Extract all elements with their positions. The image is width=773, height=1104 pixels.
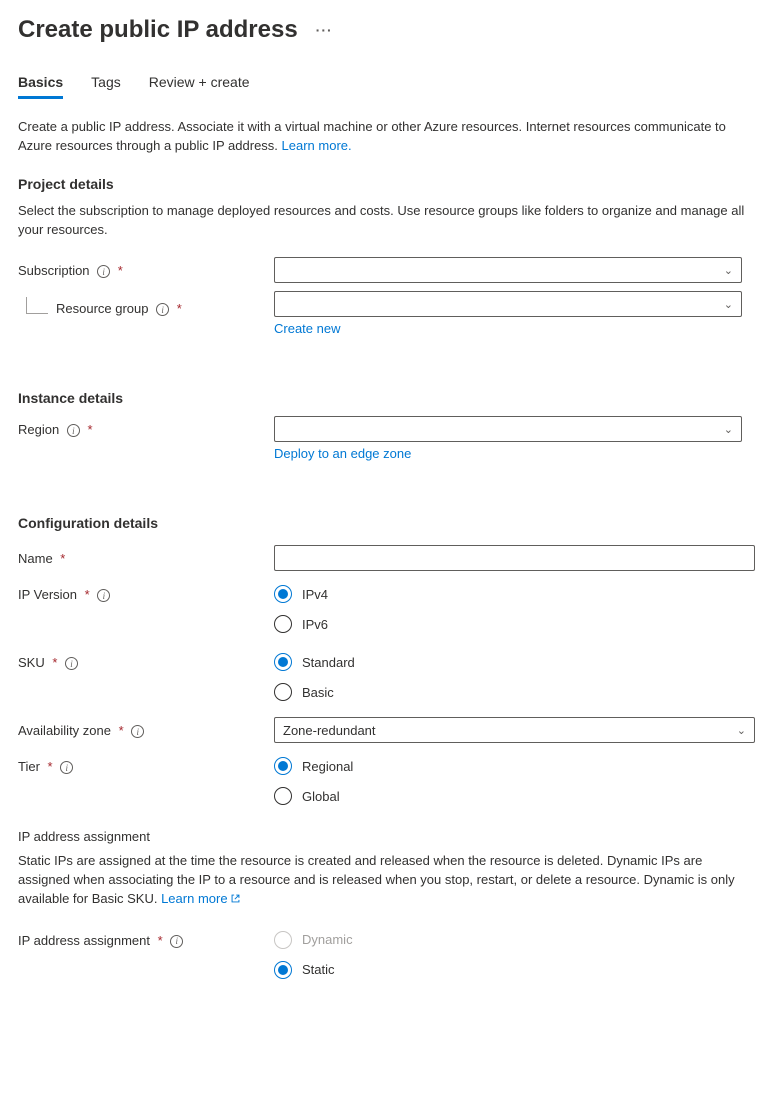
project-desc: Select the subscription to manage deploy… (18, 202, 755, 240)
radio-icon (274, 615, 292, 633)
tier-global-radio[interactable]: Global (274, 787, 755, 805)
ipassign-radio-group: Dynamic Static (274, 927, 755, 979)
title-text: Create public IP address (18, 16, 298, 44)
row-tier: Tier * i Regional Global (18, 753, 755, 805)
tab-review-create[interactable]: Review + create (149, 70, 250, 99)
tier-regional-radio[interactable]: Regional (274, 757, 755, 775)
resource-group-dropdown[interactable]: ⌄ (274, 291, 742, 317)
radio-selected-icon (274, 653, 292, 671)
required-marker: * (81, 587, 90, 602)
chevron-down-icon: ⌄ (724, 264, 733, 277)
required-marker: * (154, 933, 163, 948)
chevron-down-icon: ⌄ (724, 298, 733, 311)
radio-disabled-icon (274, 931, 292, 949)
row-ipversion: IP Version * i IPv4 IPv6 (18, 581, 755, 633)
section-instance-heading: Instance details (18, 390, 755, 406)
info-icon[interactable]: i (60, 761, 73, 774)
ipassign-label: IP address assignment * i (18, 927, 274, 948)
external-link-icon (230, 893, 241, 904)
page-title: Create public IP address ··· (18, 16, 755, 44)
required-marker: * (44, 759, 53, 774)
row-resource-group: Resource group i * ⌄ Create new (18, 291, 755, 336)
region-label: Region i * (18, 416, 274, 437)
info-icon[interactable]: i (131, 725, 144, 738)
create-new-link[interactable]: Create new (274, 321, 755, 336)
tab-basics[interactable]: Basics (18, 70, 63, 99)
row-sku: SKU * i Standard Basic (18, 649, 755, 701)
tab-tags[interactable]: Tags (91, 70, 121, 99)
ipassign-heading: IP address assignment (18, 829, 755, 844)
info-icon[interactable]: i (67, 424, 80, 437)
ipassign-dynamic-radio: Dynamic (274, 931, 755, 949)
required-marker: * (177, 301, 182, 316)
radio-icon (274, 787, 292, 805)
required-marker: * (49, 655, 58, 670)
info-icon[interactable]: i (97, 589, 110, 602)
resource-group-label-cell: Resource group i * (18, 291, 274, 327)
info-icon[interactable]: i (170, 935, 183, 948)
info-icon[interactable]: i (65, 657, 78, 670)
chevron-down-icon: ⌄ (737, 724, 746, 737)
row-region: Region i * ⌄ Deploy to an edge zone (18, 416, 755, 461)
ipassign-static-radio[interactable]: Static (274, 961, 755, 979)
name-label: Name * (18, 545, 274, 566)
name-input[interactable] (274, 545, 755, 571)
availability-zone-dropdown[interactable]: Zone-redundant ⌄ (274, 717, 755, 743)
row-availability-zone: Availability zone * i Zone-redundant ⌄ (18, 717, 755, 745)
section-config-heading: Configuration details (18, 515, 755, 531)
radio-selected-icon (274, 585, 292, 603)
row-name: Name * (18, 545, 755, 573)
radio-icon (274, 683, 292, 701)
sku-label: SKU * i (18, 649, 274, 670)
sku-radio-group: Standard Basic (274, 649, 755, 701)
info-icon[interactable]: i (97, 265, 110, 278)
tree-connector-icon (18, 297, 56, 327)
tier-label: Tier * i (18, 753, 274, 774)
row-ipassign: IP address assignment * i Dynamic Static (18, 927, 755, 979)
more-icon[interactable]: ··· (316, 22, 333, 38)
tabs: Basics Tags Review + create (18, 70, 755, 100)
required-marker: * (115, 723, 124, 738)
required-marker: * (57, 551, 66, 566)
ipversion-label: IP Version * i (18, 581, 274, 602)
region-dropdown[interactable]: ⌄ (274, 416, 742, 442)
az-label: Availability zone * i (18, 717, 274, 738)
deploy-edge-link[interactable]: Deploy to an edge zone (274, 446, 755, 461)
ipversion-ipv6-radio[interactable]: IPv6 (274, 615, 755, 633)
chevron-down-icon: ⌄ (724, 423, 733, 436)
required-marker: * (87, 422, 92, 437)
required-marker: * (118, 263, 123, 278)
row-subscription: Subscription i * ⌄ (18, 257, 755, 285)
tier-radio-group: Regional Global (274, 753, 755, 805)
info-icon[interactable]: i (156, 303, 169, 316)
radio-selected-icon (274, 961, 292, 979)
ipassign-desc: Static IPs are assigned at the time the … (18, 852, 755, 909)
ipversion-ipv4-radio[interactable]: IPv4 (274, 585, 755, 603)
intro-learn-more-link[interactable]: Learn more. (282, 138, 352, 153)
az-value: Zone-redundant (283, 723, 376, 738)
radio-selected-icon (274, 757, 292, 775)
subscription-label: Subscription i * (18, 257, 274, 278)
subscription-dropdown[interactable]: ⌄ (274, 257, 742, 283)
section-project-heading: Project details (18, 176, 755, 192)
sku-standard-radio[interactable]: Standard (274, 653, 755, 671)
intro-text: Create a public IP address. Associate it… (18, 118, 755, 156)
sku-basic-radio[interactable]: Basic (274, 683, 755, 701)
ipassign-learn-more-link[interactable]: Learn more (161, 891, 240, 906)
ipversion-radio-group: IPv4 IPv6 (274, 581, 755, 633)
